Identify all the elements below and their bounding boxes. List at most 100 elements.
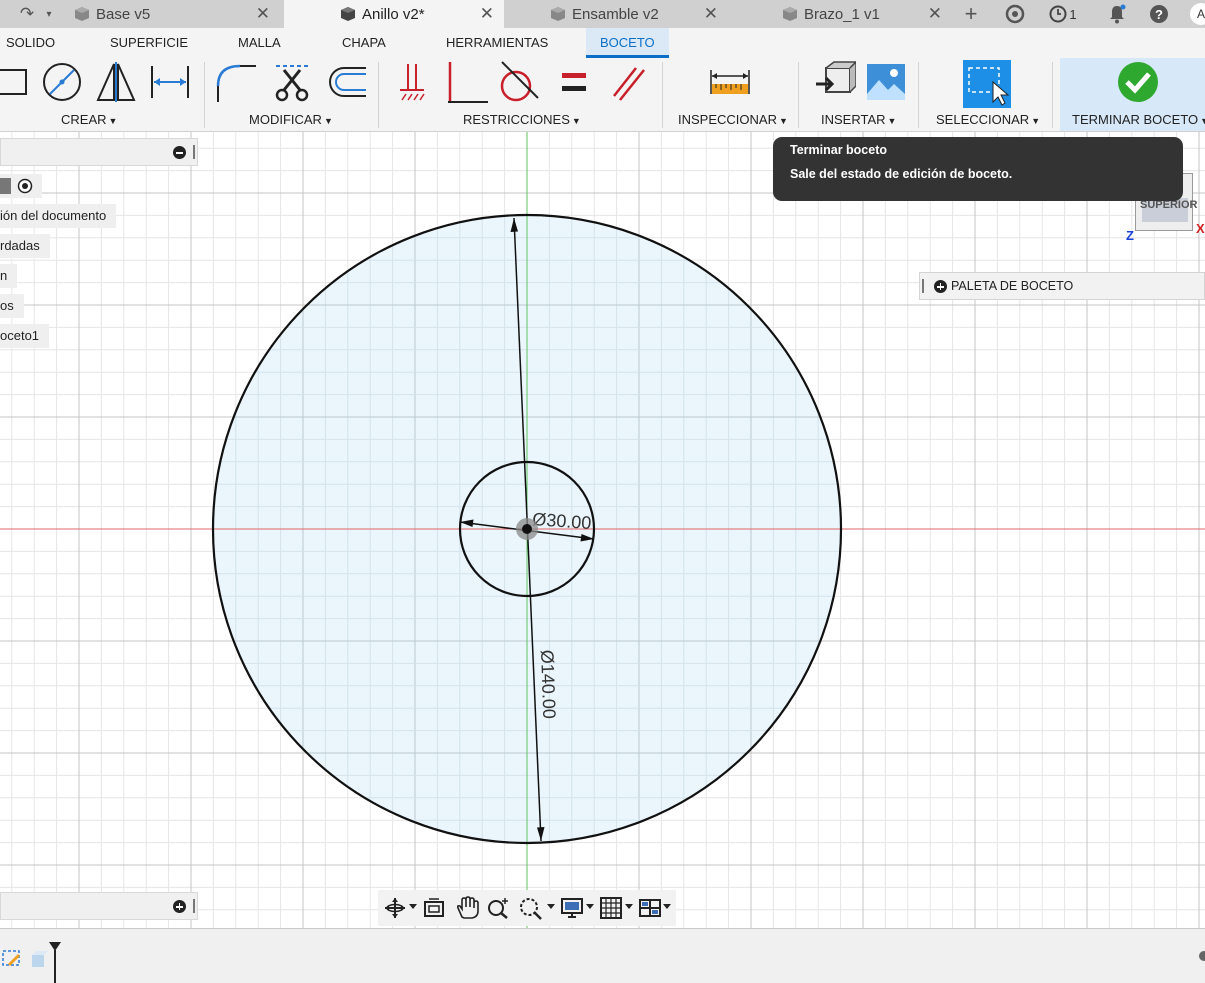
dimension-tool-icon[interactable] [148, 60, 192, 104]
component-icon [341, 7, 355, 21]
chevron-down-icon[interactable] [663, 904, 671, 909]
zoom-icon[interactable] [486, 896, 512, 920]
close-icon[interactable]: ✕ [480, 4, 494, 24]
tab-boceto[interactable]: BOCETO [586, 28, 669, 58]
user-avatar[interactable]: A [1188, 2, 1205, 26]
browser-item-sketches[interactable]: os [0, 294, 24, 318]
svg-text:?: ? [1155, 7, 1163, 22]
mirror-tool-icon[interactable] [94, 60, 138, 104]
doc-tab-brazo[interactable]: Brazo_1 v1 ✕ [732, 0, 952, 28]
sketch-palette[interactable]: PALETA DE BOCETO [919, 272, 1205, 300]
zoom-window-icon[interactable] [518, 896, 544, 920]
close-icon[interactable]: ✕ [704, 4, 718, 24]
modificar-menu[interactable]: MODIFICAR ▼ [249, 112, 333, 127]
comments-panel-header[interactable] [0, 892, 198, 920]
sketch-canvas[interactable]: Ø140.00 Ø30.00 [0, 132, 1205, 928]
caret-down-icon: ▼ [571, 116, 581, 126]
measure-ruler-icon[interactable] [708, 60, 752, 104]
offset-tool-icon[interactable] [324, 60, 368, 104]
sync-icon[interactable] [1002, 2, 1028, 26]
outer-diameter-label[interactable]: Ø140.00 [537, 649, 559, 719]
ribbon: CREAR ▼ MODIFICAR ▼ RESTRICCIONES ▼ INSPECC… [0, 58, 1205, 132]
tab-solido[interactable]: SOLIDO [6, 35, 55, 50]
caret-down-icon: ▼ [323, 116, 333, 126]
fillet-tool-icon[interactable] [214, 60, 258, 104]
orbit-move-icon[interactable] [382, 896, 408, 920]
fix-constraint-icon[interactable] [392, 60, 436, 104]
panel-grip-handle[interactable] [193, 145, 195, 159]
inspeccionar-label: INSPECCIONAR [678, 112, 777, 127]
chevron-down-icon[interactable] [547, 904, 555, 909]
tangent-constraint-icon[interactable] [496, 60, 540, 104]
terminar-boceto-menu[interactable]: TERMINAR BOCETO ▼ [1072, 112, 1205, 127]
sketch-timeline-icon[interactable] [2, 949, 24, 969]
crear-label: CREAR [61, 112, 107, 127]
parallel-constraint-icon[interactable] [606, 60, 650, 104]
caret-down-icon: ▼ [887, 116, 897, 126]
axis-z-label: Z [1126, 228, 1134, 243]
rectangle-tool-icon[interactable] [0, 60, 30, 104]
inspeccionar-menu[interactable]: INSPECCIONAR ▼ [678, 112, 788, 127]
navigation-bar [378, 890, 676, 926]
pan-hand-icon[interactable] [454, 896, 480, 920]
job-status-icon[interactable]: 1 [1044, 2, 1082, 26]
panel-grip-handle[interactable] [193, 899, 195, 913]
expand-plus-icon[interactable] [934, 280, 947, 293]
restricciones-menu[interactable]: RESTRICCIONES ▼ [463, 112, 581, 127]
expand-plus-icon[interactable] [173, 900, 186, 913]
crear-menu[interactable]: CREAR ▼ [61, 112, 117, 127]
finish-sketch-check-icon[interactable] [1116, 60, 1160, 104]
doc-tab-base[interactable]: Base v5 ✕ [62, 0, 280, 28]
tab-herramientas[interactable]: HERRAMIENTAS [446, 35, 548, 50]
light-bulb-icon[interactable] [0, 178, 11, 194]
browser-item-document-settings[interactable]: ión del documento [0, 204, 117, 228]
finish-sketch-tooltip: Terminar boceto Sale del estado de edici… [773, 137, 1183, 201]
insert-image-icon[interactable] [864, 60, 908, 104]
ribbon-separator [798, 62, 799, 128]
insertar-menu[interactable]: INSERTAR ▼ [821, 112, 896, 127]
document-tab-bar: ↷ ▾ Base v5 ✕ Anillo v2* ✕ Ensamble v2 ✕… [0, 0, 1205, 28]
close-icon[interactable]: ✕ [928, 4, 942, 24]
new-tab-plus-icon[interactable]: + [958, 1, 984, 26]
perpendicular-constraint-icon[interactable] [446, 60, 490, 104]
doc-tab-ensamble[interactable]: Ensamble v2 ✕ [508, 0, 728, 28]
timeline-marker-icon[interactable] [48, 941, 62, 983]
equal-constraint-icon[interactable] [552, 60, 596, 104]
chevron-down-icon[interactable] [625, 904, 633, 909]
close-icon[interactable]: ✕ [256, 4, 270, 24]
body-timeline-icon[interactable] [28, 949, 48, 969]
chevron-down-icon[interactable] [586, 904, 594, 909]
browser-item-origin[interactable]: n [0, 264, 18, 288]
look-at-icon[interactable] [421, 896, 447, 920]
browser-panel-header[interactable] [0, 138, 198, 166]
tab-malla[interactable]: MALLA [238, 35, 281, 50]
browser-tree-root[interactable] [0, 174, 42, 198]
display-settings-icon[interactable] [559, 896, 585, 920]
component-icon [75, 7, 89, 21]
chevron-down-icon[interactable] [409, 904, 417, 909]
inner-diameter-label[interactable]: Ø30.00 [532, 509, 592, 533]
ribbon-separator [378, 62, 379, 128]
redo-dropdown-icon[interactable]: ▾ [36, 2, 62, 26]
tab-chapa[interactable]: CHAPA [342, 35, 386, 50]
viewports-icon[interactable] [637, 896, 663, 920]
help-icon[interactable]: ? [1146, 2, 1172, 26]
tab-superficie[interactable]: SUPERFICIE [110, 35, 188, 50]
seleccionar-menu[interactable]: SELECCIONAR ▼ [936, 112, 1040, 127]
panel-grip-handle[interactable] [922, 279, 924, 293]
browser-item-sketch1[interactable]: oceto1 [0, 324, 50, 348]
insert-derive-icon[interactable] [812, 60, 856, 104]
radio-active-icon[interactable] [17, 178, 33, 194]
notification-bell-icon[interactable] [1104, 2, 1130, 26]
tooltip-title: Terminar boceto [790, 143, 888, 157]
doc-tab-anillo[interactable]: Anillo v2* ✕ [284, 0, 504, 28]
timeline-settings-icon[interactable] [1196, 949, 1205, 963]
circle-tool-icon[interactable] [40, 60, 84, 104]
caret-down-icon: ▼ [1031, 116, 1041, 126]
browser-item-named-views[interactable]: rdadas [0, 234, 50, 258]
center-point[interactable] [522, 524, 532, 534]
trim-scissors-icon[interactable] [270, 60, 314, 104]
select-window-icon[interactable] [963, 60, 1011, 108]
grid-settings-icon[interactable] [598, 896, 624, 920]
collapse-minus-icon[interactable] [173, 146, 186, 159]
